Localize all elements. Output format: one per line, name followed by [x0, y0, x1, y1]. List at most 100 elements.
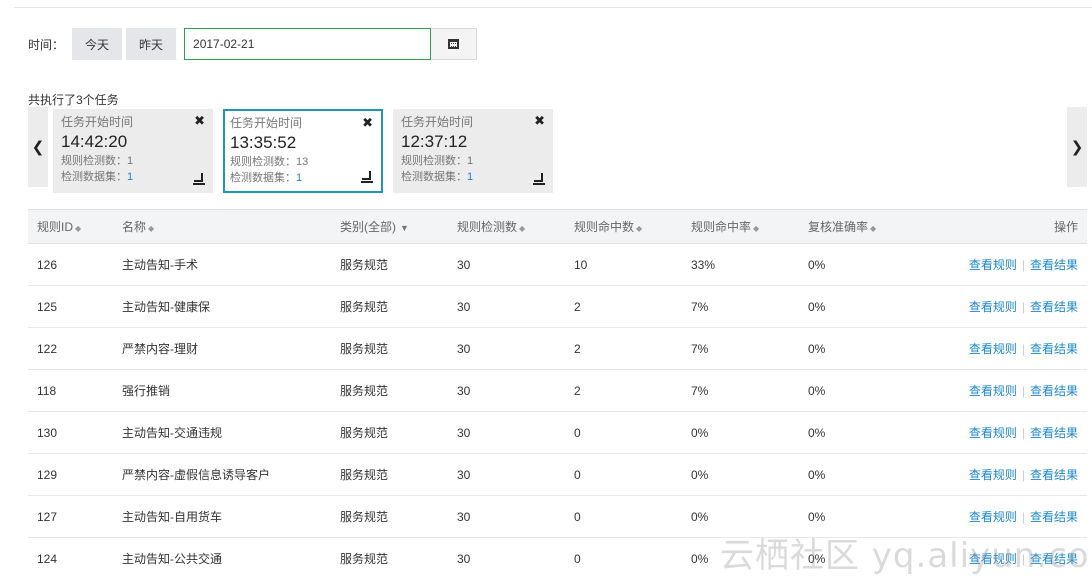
task-datasets-count: 检测数据集：1 [61, 169, 205, 185]
view-rule-link[interactable]: 查看规则 [969, 258, 1017, 272]
date-input[interactable] [184, 28, 432, 60]
download-icon[interactable] [361, 171, 373, 183]
table-row: 125 主动告知-健康保 服务规范 30 2 7% 0% 查看规则 | 查看结果 [28, 285, 1087, 328]
task-card-title: 任务开始时间 [230, 116, 303, 130]
calendar-button[interactable] [431, 28, 478, 60]
category-cell: 服务规范 [331, 453, 448, 496]
view-rule-link[interactable]: 查看规则 [969, 342, 1017, 356]
table-row: 126 主动告知-手术 服务规范 30 10 33% 0% 查看规则 | 查看结果 [28, 243, 1087, 286]
hit-count-cell: 2 [565, 285, 682, 328]
rule-id-cell: 125 [28, 285, 113, 328]
category-cell: 服务规范 [331, 327, 448, 370]
hit-count-cell: 0 [565, 537, 682, 578]
task-card[interactable]: 任务开始时间 14:42:20 规则检测数：1 检测数据集：1 ✖ [53, 109, 213, 193]
view-result-link[interactable]: 查看结果 [1030, 384, 1078, 398]
top-divider [14, 7, 1092, 8]
today-button[interactable]: 今天 [72, 28, 123, 60]
header-rule-id[interactable]: 规则ID ◆ [28, 209, 113, 244]
rules-count-label: 规则检测数： [230, 156, 296, 168]
detect-count-cell: 30 [448, 495, 565, 538]
view-result-link[interactable]: 查看结果 [1030, 552, 1078, 566]
category-cell: 服务规范 [331, 495, 448, 538]
task-card-active[interactable]: 任务开始时间 13:35:52 规则检测数：13 检测数据集：1 ✖ [223, 109, 383, 193]
hit-rate-cell: 0% [682, 495, 799, 538]
link-separator: | [1021, 300, 1025, 314]
hit-rate-cell: 33% [682, 243, 799, 286]
header-name[interactable]: 名称 ◆ [113, 209, 331, 244]
header-review-accuracy[interactable]: 复核准确率 ◆ [799, 209, 916, 244]
chevron-left-icon: ❮ [31, 139, 45, 156]
actions-cell: 查看规则 | 查看结果 [916, 243, 1087, 286]
task-start-time: 12:37:12 [401, 132, 468, 151]
actions-cell: 查看规则 | 查看结果 [916, 537, 1087, 578]
task-card[interactable]: 任务开始时间 12:37:12 规则检测数：1 检测数据集：1 ✖ [393, 109, 553, 193]
table-header-row: 规则ID ◆ 名称 ◆ 类别(全部) ▼ 规则检测数 ◆ 规则命中数 ◆ 规则命中率 ◆ 复… [28, 209, 1087, 244]
view-result-link[interactable]: 查看结果 [1030, 342, 1078, 356]
review-accuracy-cell: 0% [799, 243, 916, 286]
view-result-link[interactable]: 查看结果 [1030, 300, 1078, 314]
task-card-title: 任务开始时间 [401, 115, 474, 129]
datasets-count-link[interactable]: 1 [467, 171, 473, 183]
datasets-count-label: 检测数据集： [401, 171, 467, 183]
view-rule-link[interactable]: 查看规则 [969, 384, 1017, 398]
view-result-link[interactable]: 查看结果 [1030, 510, 1078, 524]
rule-id-cell: 126 [28, 243, 113, 286]
sort-icon: ◆ [75, 224, 82, 233]
link-separator: | [1021, 552, 1025, 566]
sort-icon: ◆ [148, 224, 155, 233]
hit-rate-cell: 7% [682, 327, 799, 370]
hit-count-cell: 10 [565, 243, 682, 286]
header-detect-count[interactable]: 规则检测数 ◆ [448, 209, 565, 244]
chevron-right-icon: ❯ [1070, 139, 1084, 156]
hit-rate-cell: 7% [682, 285, 799, 328]
view-result-link[interactable]: 查看结果 [1030, 468, 1078, 482]
calendar-icon [448, 39, 460, 49]
view-result-link[interactable]: 查看结果 [1030, 258, 1078, 272]
close-icon[interactable]: ✖ [534, 114, 545, 128]
datasets-count-link[interactable]: 1 [296, 172, 302, 184]
download-icon[interactable] [193, 173, 205, 185]
sort-icon: ◆ [636, 224, 643, 233]
rule-name-cell: 主动告知-健康保 [113, 285, 331, 328]
category-cell: 服务规范 [331, 243, 448, 286]
review-accuracy-cell: 0% [799, 411, 916, 454]
rule-id-cell: 122 [28, 327, 113, 370]
task-rules-count: 规则检测数：13 [230, 154, 374, 170]
datasets-count-link[interactable]: 1 [127, 171, 133, 183]
table-row: 118 强行推销 服务规范 30 2 7% 0% 查看规则 | 查看结果 [28, 369, 1087, 412]
header-hit-rate[interactable]: 规则命中率 ◆ [682, 209, 799, 244]
datasets-count-label: 检测数据集： [61, 171, 127, 183]
review-accuracy-cell: 0% [799, 285, 916, 328]
view-result-link[interactable]: 查看结果 [1030, 426, 1078, 440]
header-category-filter[interactable]: 类别(全部) ▼ [331, 209, 448, 244]
view-rule-link[interactable]: 查看规则 [969, 552, 1017, 566]
carousel-next-button[interactable]: ❯ [1067, 107, 1087, 187]
rules-count-value: 1 [467, 155, 474, 167]
view-rule-link[interactable]: 查看规则 [969, 468, 1017, 482]
sort-icon: ◆ [753, 224, 760, 233]
task-datasets-count: 检测数据集：1 [401, 169, 545, 185]
table-row: 129 严禁内容-虚假信息诱导客户 服务规范 30 0 0% 0% 查看规则 | 查看结果 [28, 453, 1087, 496]
rule-id-cell: 130 [28, 411, 113, 454]
close-icon[interactable]: ✖ [362, 116, 373, 130]
download-icon[interactable] [533, 173, 545, 185]
hit-count-cell: 2 [565, 327, 682, 370]
view-rule-link[interactable]: 查看规则 [969, 300, 1017, 314]
rules-count-label: 规则检测数： [61, 155, 127, 167]
table-row: 127 主动告知-自用货车 服务规范 30 0 0% 0% 查看规则 | 查看结果 [28, 495, 1087, 538]
header-actions: 操作 [916, 209, 1087, 244]
hit-count-cell: 0 [565, 411, 682, 454]
view-rule-link[interactable]: 查看规则 [969, 510, 1017, 524]
task-summary: 共执行了3个任务 [28, 93, 119, 107]
rule-name-cell: 主动告知-自用货车 [113, 495, 331, 538]
rules-count-value: 1 [127, 155, 134, 167]
view-rule-link[interactable]: 查看规则 [969, 426, 1017, 440]
yesterday-button[interactable]: 昨天 [126, 28, 177, 60]
carousel-prev-button[interactable]: ❮ [28, 107, 48, 187]
rule-id-cell: 127 [28, 495, 113, 538]
header-hit-count[interactable]: 规则命中数 ◆ [565, 209, 682, 244]
actions-cell: 查看规则 | 查看结果 [916, 369, 1087, 412]
close-icon[interactable]: ✖ [194, 114, 205, 128]
date-filter: 时间： 今天 昨天 [28, 28, 478, 60]
table-row: 130 主动告知-交通违规 服务规范 30 0 0% 0% 查看规则 | 查看结果 [28, 411, 1087, 454]
